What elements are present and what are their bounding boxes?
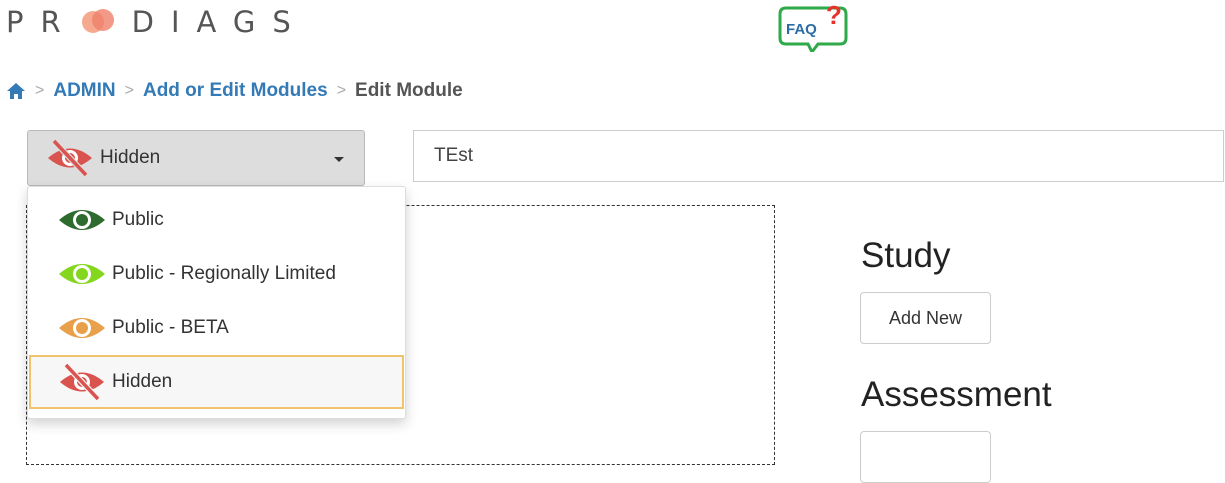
option-label: Hidden (112, 371, 173, 392)
assessment-heading: Assessment (861, 375, 1052, 414)
faq-speech-bubble-icon: FAQ ? (778, 0, 848, 55)
visibility-dropdown-menu: Public Public - Regionally Limited Publi… (27, 186, 406, 419)
eye-slash-icon (48, 138, 92, 178)
eye-icon (59, 264, 105, 284)
breadcrumb-modules-link[interactable]: Add or Edit Modules (143, 80, 328, 102)
breadcrumb-admin-link[interactable]: ADMIN (53, 80, 115, 102)
logo-dots-icon (78, 7, 118, 37)
logo-text-start: PR (6, 5, 78, 39)
svg-text:?: ? (826, 2, 842, 30)
logo-text-end: DIAGS (131, 5, 308, 39)
breadcrumb-separator: > (35, 82, 45, 99)
home-icon[interactable] (6, 82, 26, 100)
visibility-option-hidden[interactable]: Hidden (29, 355, 404, 409)
eye-slash-icon (60, 362, 104, 402)
breadcrumb-separator: > (124, 82, 134, 99)
chevron-down-icon (334, 157, 344, 162)
visibility-option-public-regional[interactable]: Public - Regionally Limited (28, 247, 405, 301)
visibility-option-public[interactable]: Public (28, 193, 405, 247)
study-add-new-button[interactable]: Add New (860, 292, 991, 344)
visibility-selected-label: Hidden (100, 147, 161, 168)
option-label: Public (112, 209, 164, 230)
faq-label: FAQ (786, 21, 817, 38)
faq-button[interactable]: FAQ ? (776, 0, 852, 55)
breadcrumb-current: Edit Module (355, 80, 463, 101)
study-heading: Study (861, 236, 951, 275)
option-label: Public - BETA (112, 317, 229, 338)
prodiags-logo[interactable]: PR DIAGS (6, 2, 308, 42)
visibility-select[interactable]: Hidden (27, 130, 365, 186)
eye-icon (59, 210, 105, 230)
option-label: Public - Regionally Limited (112, 263, 336, 284)
visibility-option-public-beta[interactable]: Public - BETA (28, 301, 405, 355)
module-title-input[interactable] (413, 130, 1224, 182)
eye-icon (59, 318, 105, 338)
breadcrumb: > ADMIN > Add or Edit Modules > Edit Mod… (6, 78, 463, 104)
breadcrumb-separator: > (336, 82, 347, 99)
assessment-add-new-button[interactable] (860, 431, 991, 483)
